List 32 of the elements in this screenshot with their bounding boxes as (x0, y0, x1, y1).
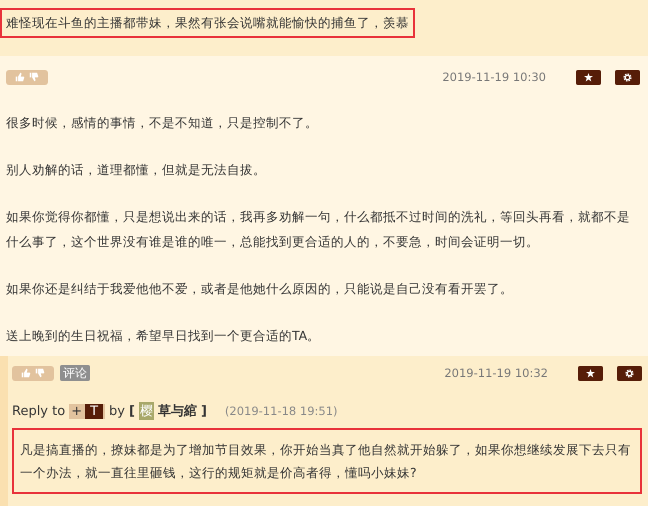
post-paragraph: 如果你还是纠结于我爱他他不爱，或者是他她什么原因的，只能说是自己没有看开罢了。 (6, 280, 514, 298)
star-icon (584, 72, 593, 82)
reply-date: (2019-11-18 19:51) (224, 404, 338, 418)
bracket: [ (129, 404, 135, 418)
user-initial: T (85, 404, 104, 418)
by-label: by (109, 404, 125, 418)
star-icon (586, 368, 595, 378)
settings-button[interactable] (617, 366, 642, 380)
comment-tag: 评论 (60, 365, 90, 381)
reply-to-label: Reply to (12, 404, 66, 418)
thumbs-up-icon (15, 72, 25, 82)
post-paragraph: 送上晚到的生日祝福，希望早日找到一个更合适的TA。 (6, 327, 322, 345)
post-paragraph: 别人劝解的话，道理都懂，但就是无法自拔。 (6, 161, 267, 179)
thumbs-down-icon (29, 72, 39, 82)
reply-text: 凡是搞直播的，撩妹都是为了增加节目效果，你开始当真了他自然就开始躲了，如果你想继续发展下去只有一个办法，就一直往里砸钱，这行的规矩就是价高者得，懂吗小妹妹? (12, 428, 642, 494)
post-date: 2019-11-19 10:32 (444, 366, 548, 380)
thumbs-up-icon (21, 368, 31, 378)
gear-icon (623, 72, 632, 82)
gear-icon (625, 368, 634, 378)
plus-label: + (71, 404, 82, 418)
post-paragraph: 如果你觉得你都懂，只是想说出来的话，我再多劝解一句，什么都抵不过时间的洗礼，等回头再看，就都不是什么事了，这个世界没有谁是谁的唯一，总能找到更合适的人的，不要急，时间会证明一切。 (6, 208, 631, 251)
star-button[interactable] (578, 366, 603, 380)
post-paragraph: 很多时候，感情的事情，不是不知道，只是控制不了。 (6, 114, 319, 132)
bracket: ] (200, 404, 207, 418)
thumbs-down-icon (35, 368, 45, 378)
avatar-badge: 樱 (138, 402, 154, 420)
user-badge[interactable]: + T (69, 404, 106, 418)
comment-text: 难怪现在斗鱼的主播都带妹，果然有张会说嘴就能愉快的捕鱼了，羡慕 (0, 8, 415, 38)
star-button[interactable] (576, 70, 601, 84)
settings-button[interactable] (615, 70, 640, 84)
user-name[interactable]: 草与綰 (158, 402, 197, 420)
post-date: 2019-11-19 10:30 (442, 70, 546, 84)
